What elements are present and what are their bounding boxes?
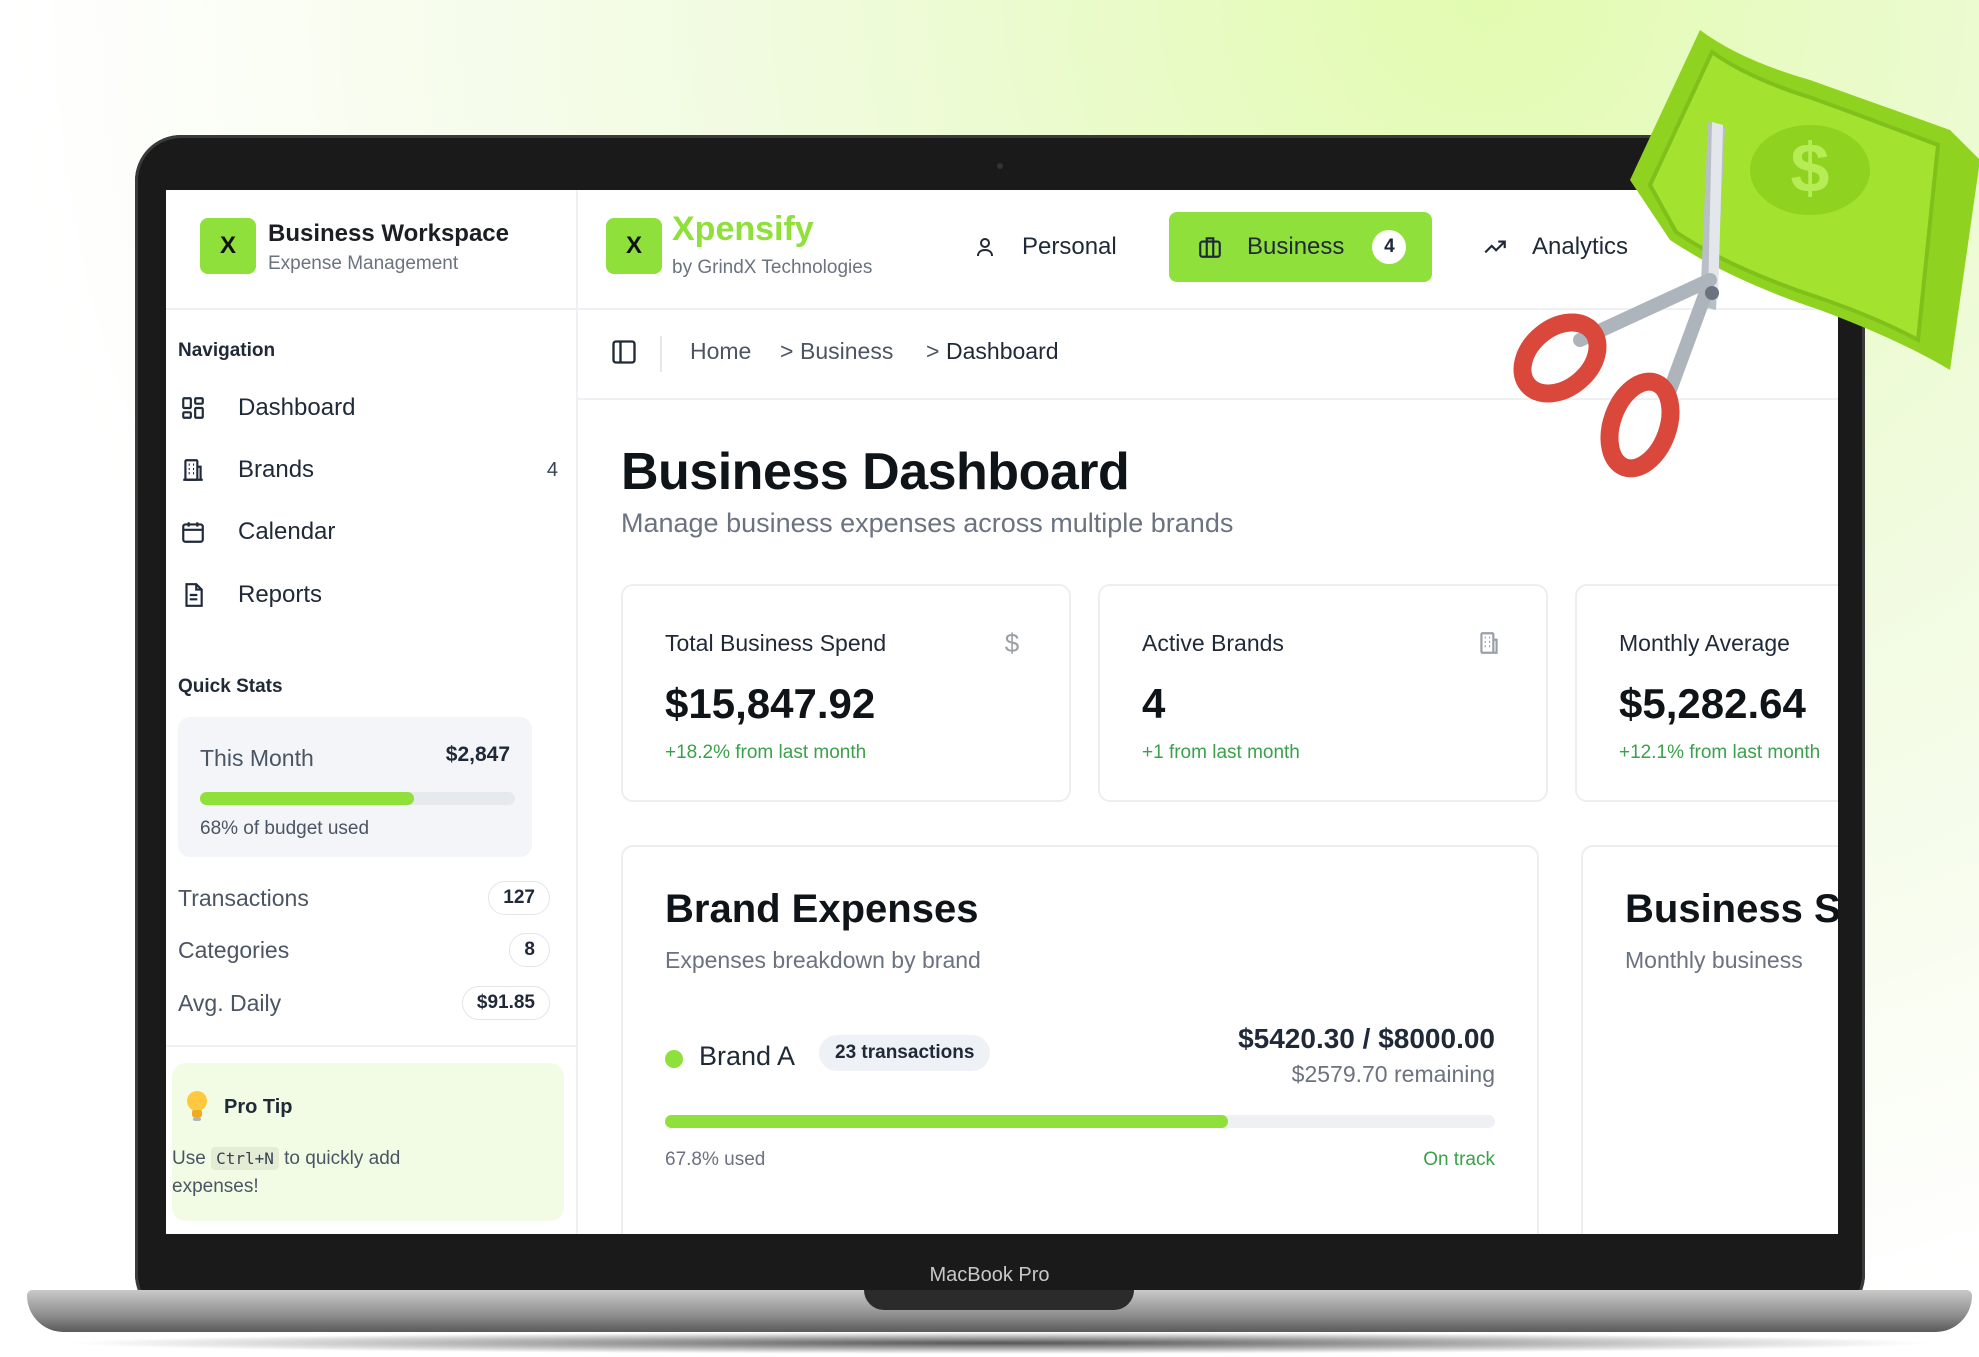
sidebar-item-reports[interactable]: Reports [178, 572, 558, 618]
tab-label: Personal [1022, 233, 1117, 260]
breadcrumb-business[interactable]: Business [800, 338, 893, 365]
stat-card-title: Total Business Spend [665, 630, 887, 656]
business-summary-panel: Business S Monthly business [1581, 845, 1838, 1234]
laptop-notch [864, 1290, 1134, 1310]
stat-card-active-brands: Active Brands 4 +1 from last month [1098, 584, 1548, 802]
camera-dot [997, 163, 1003, 169]
money-scissors-illustration: $ [1513, 30, 1979, 478]
svg-text:$: $ [1791, 129, 1830, 207]
dashboard-icon [178, 393, 208, 423]
tab-personal[interactable]: Personal [970, 212, 1117, 282]
tab-label: Business [1247, 233, 1345, 260]
brand-progress [665, 1115, 1495, 1128]
device-label: MacBook Pro [929, 1264, 1050, 1286]
panel-title: Business S [1625, 887, 1838, 931]
this-month-value: $2,847 [445, 743, 510, 766]
workspace-subtitle: Expense Management [268, 253, 459, 274]
sidebar-item-label: Dashboard [238, 394, 356, 421]
brands-count: 4 [546, 458, 558, 481]
page-subtitle: Manage business expenses across multiple… [621, 508, 1234, 538]
divider [166, 1045, 576, 1047]
sidebar-item-dashboard[interactable]: Dashboard [178, 385, 558, 431]
pro-tip-text: Use Ctrl+N to quickly add expenses! [172, 1147, 401, 1197]
budget-progress-fill [200, 792, 415, 805]
panel-subtitle: Monthly business [1625, 947, 1803, 973]
budget-progress [200, 792, 515, 805]
building-icon [1474, 628, 1504, 658]
breadcrumb-separator: > [780, 338, 794, 364]
quick-stats-label: Quick Stats [178, 676, 283, 697]
app-logo[interactable]: X [606, 218, 662, 274]
panel-title: Brand Expenses [665, 887, 979, 931]
workspace-title: Business Workspace [268, 220, 509, 247]
sidebar: X Business Workspace Expense Management … [166, 190, 578, 1234]
pro-tip-card: Pro Tip Use Ctrl+N to quickly add expens… [172, 1063, 564, 1221]
brand-progress-fill [665, 1115, 1228, 1128]
dollar-icon: $ [1004, 627, 1020, 658]
document-icon [178, 580, 208, 610]
panel-subtitle: Expenses breakdown by brand [665, 947, 981, 973]
shortcut-key: Ctrl+N [211, 1147, 279, 1170]
brand-name[interactable]: Brand A [699, 1041, 795, 1072]
stat-card-title: Active Brands [1142, 630, 1284, 656]
navigation-label: Navigation [178, 340, 276, 361]
brand-remaining: $2579.70 remaining [1291, 1061, 1495, 1087]
tab-badge: 4 [1372, 230, 1407, 264]
brand-expenses-panel: Brand Expenses Expenses breakdown by bra… [621, 845, 1539, 1234]
brand-amount: $5420.30 / $8000.00 [1238, 1023, 1495, 1054]
sidebar-item-label: Reports [238, 581, 323, 608]
stat-card-change: +1 from last month [1142, 742, 1300, 763]
brand-used: 67.8% used [665, 1149, 766, 1170]
page-title: Business Dashboard [621, 443, 1130, 501]
stat-card-value: $5,282.64 [1619, 680, 1806, 727]
stat-value: 127 [488, 881, 550, 915]
brand-byline: by GrindX Technologies [672, 257, 873, 278]
sidebar-toggle-icon[interactable] [610, 338, 638, 371]
stat-value: $91.85 [461, 986, 550, 1020]
stat-label: Categories [178, 937, 290, 963]
workspace-header[interactable]: X Business Workspace Expense Management [166, 190, 576, 310]
this-month-card: This Month $2,847 68% of budget used [178, 717, 532, 857]
transactions-badge: 23 transactions [819, 1035, 991, 1071]
breadcrumb-separator: > [926, 338, 940, 364]
brand-name: Xpensify [672, 210, 814, 248]
sidebar-item-brands[interactable]: Brands 4 [178, 447, 558, 493]
pro-tip-title: Pro Tip [224, 1096, 293, 1118]
sidebar-item-label: Calendar [238, 518, 336, 545]
briefcase-icon [1195, 232, 1225, 262]
stat-card-monthly-average: Monthly Average $5,282.64 +12.1% from la… [1575, 584, 1838, 802]
stat-card-change: +12.1% from last month [1619, 742, 1821, 763]
lightbulb-icon [184, 1089, 210, 1128]
tab-business[interactable]: Business 4 [1169, 212, 1433, 282]
budget-note: 68% of budget used [200, 818, 370, 839]
stat-card-total-spend: Total Business Spend $ $15,847.92 +18.2%… [621, 584, 1071, 802]
banknote-icon: $ [1630, 30, 1979, 370]
breadcrumb-dashboard: Dashboard [946, 338, 1059, 364]
stat-transactions: Transactions 127 [178, 879, 550, 919]
stat-card-title: Monthly Average [1619, 630, 1790, 656]
stat-card-change: +18.2% from last month [665, 742, 867, 763]
workspace-logo: X [200, 218, 256, 274]
laptop-shadow [60, 1332, 1940, 1354]
calendar-icon [178, 517, 208, 547]
stat-categories: Categories 8 [178, 931, 550, 971]
stat-label: Transactions [178, 885, 309, 911]
sidebar-item-calendar[interactable]: Calendar [178, 509, 558, 555]
stat-label: Avg. Daily [178, 990, 282, 1016]
stat-card-value: $15,847.92 [665, 680, 876, 727]
brand-status: On track [1423, 1149, 1495, 1170]
building-icon [178, 455, 208, 485]
user-icon [970, 232, 1000, 262]
sidebar-item-label: Brands [238, 456, 315, 483]
breadcrumb-home[interactable]: Home [690, 338, 751, 365]
stat-avg-daily: Avg. Daily $91.85 [178, 984, 550, 1024]
this-month-label: This Month [200, 745, 314, 771]
brand-color-dot [665, 1050, 683, 1068]
divider [660, 336, 662, 372]
stat-value: 8 [509, 933, 550, 967]
stat-card-value: 4 [1142, 680, 1166, 727]
